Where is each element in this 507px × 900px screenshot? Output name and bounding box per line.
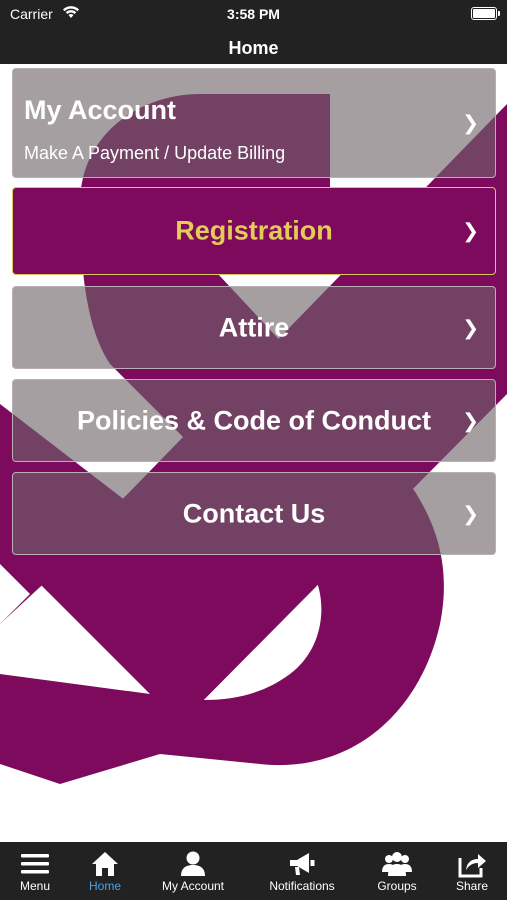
tab-label: Share	[455, 879, 489, 893]
tab-label: Home	[88, 879, 121, 893]
tab-label: Notifications	[269, 879, 335, 893]
chevron-right-icon: ❯	[462, 410, 479, 432]
tab-share[interactable]: Share	[440, 842, 504, 900]
group-icon	[382, 852, 412, 876]
megaphone-icon	[290, 853, 315, 875]
tab-home[interactable]: Home	[70, 842, 140, 900]
tab-label: My Account	[161, 879, 225, 893]
policies-button[interactable]: Policies & Code of Conduct ❯	[12, 379, 496, 462]
tab-label: Groups	[377, 879, 417, 893]
share-icon	[458, 854, 486, 878]
tab-notifications[interactable]: Notifications	[256, 842, 348, 900]
tab-my-account[interactable]: My Account	[150, 842, 236, 900]
chevron-right-icon: ❯	[462, 503, 479, 525]
status-time: 3:58 PM	[227, 6, 280, 22]
my-account-button[interactable]: My Account Make A Payment / Update Billi…	[12, 68, 496, 178]
attire-label: Attire	[218, 312, 290, 342]
tab-groups[interactable]: Groups	[362, 842, 432, 900]
chevron-right-icon: ❯	[462, 112, 479, 135]
chevron-right-icon: ❯	[462, 220, 479, 243]
my-account-title: My Account	[24, 95, 177, 125]
user-icon	[181, 851, 205, 876]
page-title: Home	[228, 38, 279, 58]
tab-label: Menu	[19, 879, 51, 893]
registration-label: Registration	[175, 215, 333, 246]
contact-us-label: Contact Us	[182, 498, 326, 528]
hamburger-icon	[21, 854, 49, 874]
tab-menu[interactable]: Menu	[0, 842, 70, 900]
registration-button[interactable]: Registration ❯	[12, 187, 496, 275]
chevron-right-icon: ❯	[462, 317, 479, 339]
battery-icon	[471, 7, 500, 20]
home-icon	[92, 852, 118, 876]
top-bar: Carrier 3:58 PM Home	[0, 0, 507, 64]
tab-bar: Menu Home My Account Notifications Group…	[0, 842, 507, 900]
policies-label: Policies & Code of Conduct	[76, 405, 432, 435]
contact-us-button[interactable]: Contact Us ❯	[12, 472, 496, 555]
my-account-subtitle: Make A Payment / Update Billing	[24, 143, 286, 163]
status-bar: Carrier 3:58 PM	[0, 0, 507, 30]
attire-button[interactable]: Attire ❯	[12, 286, 496, 369]
